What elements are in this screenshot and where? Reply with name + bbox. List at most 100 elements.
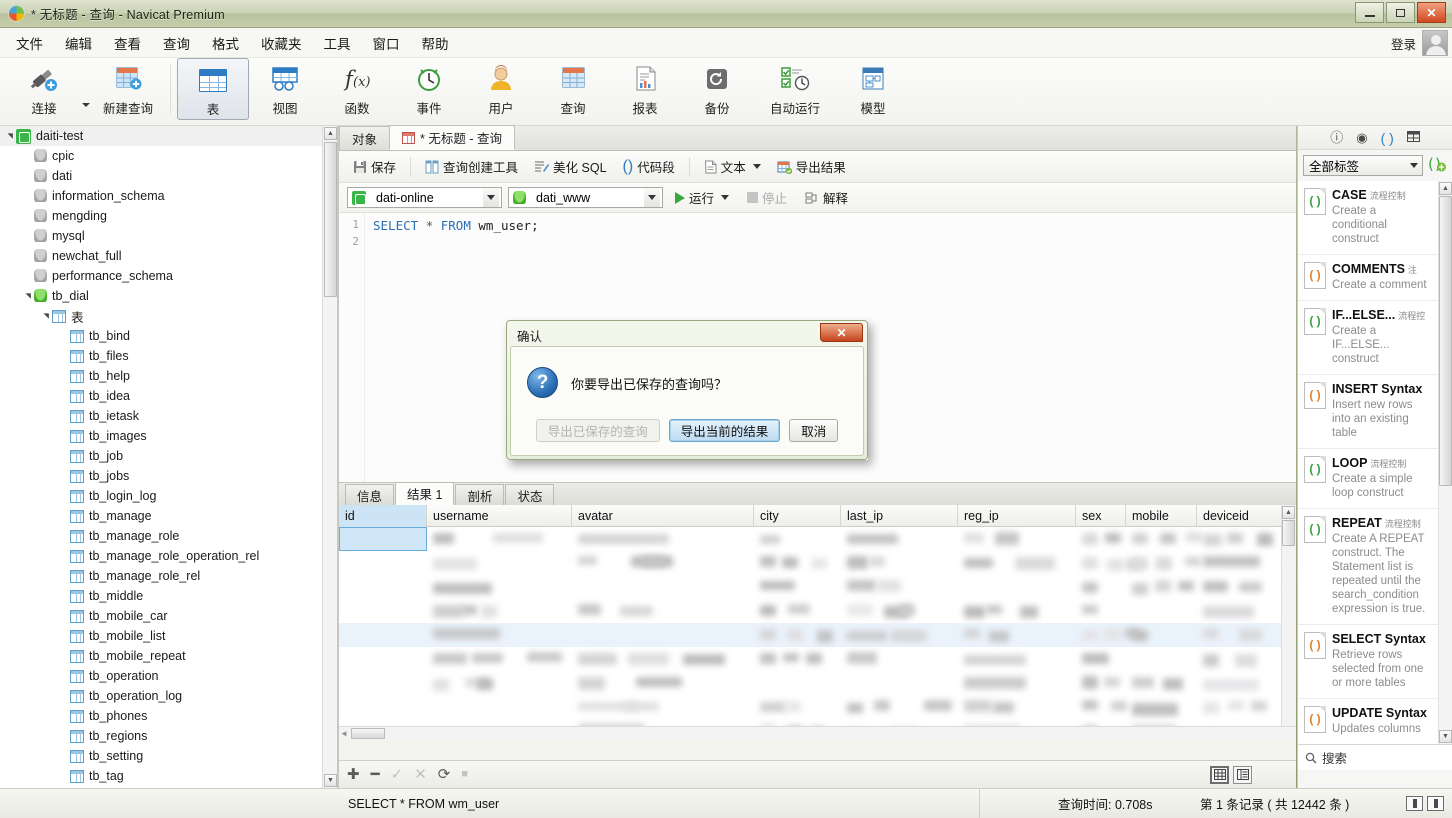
editor-code-area[interactable]: SELECT * FROM wm_user; [373,218,539,252]
column-header-sex[interactable]: sex [1076,505,1126,527]
table-row[interactable] [339,695,1296,719]
snippet-item[interactable]: ( ) REPEAT 流程控制 Create A REPEAT construct. … [1298,509,1452,625]
result-grid-header[interactable]: id username avatar city last_ip reg_ip sex mobi… [339,505,1296,527]
table-row[interactable] [339,671,1296,695]
grid-view-icon[interactable] [1210,765,1229,784]
parens-icon[interactable]: ( ) [1381,131,1394,145]
tree-item-tb_mobile_list[interactable]: tb_mobile_list [0,626,337,646]
database-select[interactable]: dati_www [508,187,663,208]
toolbar-view[interactable]: 视图 [249,58,321,122]
menu-window[interactable]: 窗口 [362,29,411,57]
toolbar-function[interactable]: f (x) 函数 [321,58,393,122]
eye-icon[interactable]: ◉ [1356,131,1367,144]
expand-arrow-icon[interactable]: ◢ [24,290,32,302]
toolbar-new-query[interactable]: 新建查询 [92,58,164,122]
snippet-tag-select[interactable]: 全部标签 [1303,154,1423,176]
tree-item-tb_jobs[interactable]: tb_jobs [0,466,337,486]
tab-message[interactable]: 信息 [345,484,395,505]
menu-edit[interactable]: 编辑 [54,29,103,57]
login-link[interactable]: 登录 [1391,34,1416,53]
table-row[interactable] [339,575,1296,599]
object-tree-sidebar[interactable]: ◢ daiti-test cpic dati information_schema men… [0,126,338,788]
tree-item-tb_manage_role[interactable]: tb_manage_role [0,526,337,546]
tree-item-tb_regions[interactable]: tb_regions [0,726,337,746]
tree-item-tb_tag[interactable]: tb_tag [0,766,337,786]
snippet-scrollbar[interactable]: ▲ ▼ [1438,181,1452,744]
menu-format[interactable]: 格式 [201,29,250,57]
tree-item-tb_mobile_repeat[interactable]: tb_mobile_repeat [0,646,337,666]
table-row[interactable] [339,623,1296,647]
confirm-dialog[interactable]: 确认 ✕ ? 你要导出已保存的查询吗？ 导出已保存的查询 导出当前的结果 取消 [506,320,868,460]
sidebar-scroll-thumb[interactable] [324,142,337,297]
tree-item-mengding[interactable]: mengding [0,206,337,226]
tree-item-tb_manage_role_operation_rel[interactable]: tb_manage_role_operation_rel [0,546,337,566]
snippet-scroll-up-icon[interactable]: ▲ [1439,182,1452,195]
menu-favorites[interactable]: 收藏夹 [250,29,313,57]
tab-status[interactable]: 状态 [505,484,555,505]
snippet-item[interactable]: ( ) CASE 流程控制 Create a conditional construc… [1298,181,1452,255]
grid-scroll-thumb[interactable] [1282,520,1295,546]
snippet-item[interactable]: ( ) IF...ELSE... 流程控 Create a IF...ELSE... … [1298,301,1452,375]
table-row[interactable] [339,527,1296,551]
tree-item-daiti-test[interactable]: ◢ daiti-test [0,126,337,146]
explain-button[interactable]: 解释 [799,185,854,210]
text-mode-caret-icon[interactable] [752,164,761,169]
connection-dropdown-caret-icon[interactable] [82,102,90,107]
tree-item-tb_setting[interactable]: tb_setting [0,746,337,766]
result-grid-body[interactable] [339,527,1296,740]
info-icon[interactable]: ⓘ [1330,131,1343,144]
tree-item-dati[interactable]: dati [0,166,337,186]
plus-icon[interactable]: ✚ [347,767,360,782]
minimize-button[interactable] [1355,2,1384,23]
database-tree[interactable]: ◢ daiti-test cpic dati information_schema men… [0,126,337,786]
snippet-item[interactable]: ( ) INSERT Syntax Insert new rows into an … [1298,375,1452,449]
text-mode-button[interactable]: 文本 [698,154,767,179]
save-button[interactable]: 保存 [347,154,402,179]
tree-item-tb_idea[interactable]: tb_idea [0,386,337,406]
snippet-scroll-down-icon[interactable]: ▼ [1439,730,1452,743]
snippet-scroll-thumb[interactable] [1439,196,1452,486]
table-row[interactable] [339,647,1296,671]
menu-query[interactable]: 查询 [152,29,201,57]
expand-arrow-icon[interactable]: ◢ [6,130,14,142]
export-current-result-button[interactable]: 导出当前的结果 [668,419,781,442]
check-icon[interactable]: ✓ [391,767,404,782]
toolbar-connection[interactable]: 连接 [8,58,80,122]
column-header-username[interactable]: username [427,505,572,527]
toolbar-table[interactable]: 表 [177,58,249,120]
tree-item-tb_job[interactable]: tb_job [0,446,337,466]
tree-item-tb_ietask[interactable]: tb_ietask [0,406,337,426]
toggle-right-panel-icon[interactable] [1427,796,1444,811]
expand-arrow-icon[interactable]: ◢ [42,310,50,322]
grid-vertical-scrollbar[interactable]: ▲ [1281,505,1296,740]
tree-item-tb_dial[interactable]: ◢ tb_dial [0,286,337,306]
menu-view[interactable]: 查看 [103,29,152,57]
tree-item-tb_images[interactable]: tb_images [0,426,337,446]
grid-scroll-left-icon[interactable]: ◄ [340,729,348,738]
result-grid[interactable]: id username avatar city last_ip reg_ip sex mobi… [339,505,1296,740]
sidebar-scroll-down-icon[interactable]: ▼ [324,774,337,787]
sidebar-scroll-up-icon[interactable]: ▲ [324,127,337,140]
tab-profile[interactable]: 剖析 [455,484,505,505]
tree-item-mysql[interactable]: mysql [0,226,337,246]
export-result-button[interactable]: 导出结果 [771,154,852,179]
snippet-button[interactable]: () 代码段 [617,154,681,179]
column-header-id[interactable]: id [339,505,427,527]
tree-item-tb_middle[interactable]: tb_middle [0,586,337,606]
column-header-mobile[interactable]: mobile [1126,505,1197,527]
tree-item-[interactable]: ◢ 表 [0,306,337,326]
column-header-deviceid[interactable]: deviceid [1197,505,1282,527]
database-select-caret-icon[interactable] [644,188,660,207]
tree-item-tb_manage[interactable]: tb_manage [0,506,337,526]
grid-scroll-up-icon[interactable]: ▲ [1282,506,1295,519]
tree-item-newchat_full[interactable]: newchat_full [0,246,337,266]
toolbar-event[interactable]: 事件 [393,58,465,122]
toolbar-automation[interactable]: 自动运行 [753,58,837,122]
menu-file[interactable]: 文件 [5,29,54,57]
tree-item-tb_login_log[interactable]: tb_login_log [0,486,337,506]
toolbar-model[interactable]: 模型 [837,58,909,122]
table-struct-icon[interactable] [1406,131,1420,144]
tree-item-performance_schema[interactable]: performance_schema [0,266,337,286]
stop-button[interactable]: 停止 [741,185,793,210]
table-row[interactable] [339,599,1296,623]
